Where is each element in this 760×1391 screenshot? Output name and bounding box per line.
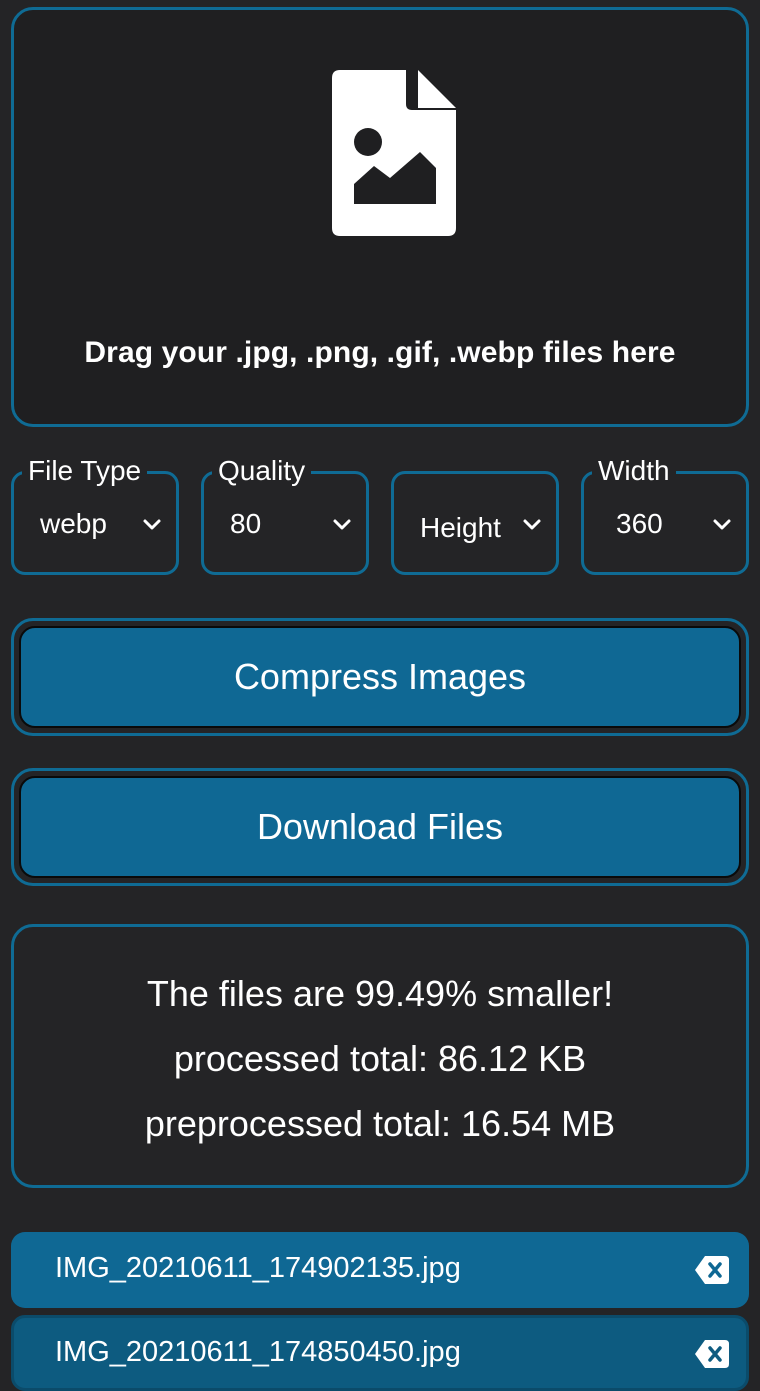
file-list-item[interactable]: IMG_20210611_174902135.jpg	[11, 1232, 749, 1308]
file-name: IMG_20210611_174902135.jpg	[55, 1252, 461, 1284]
compress-images-button[interactable]: Compress Images	[11, 618, 749, 736]
quality-select[interactable]: Quality 80	[201, 454, 369, 575]
width-label: Width	[592, 454, 676, 488]
quality-value: 80	[230, 508, 262, 539]
file-type-label: File Type	[22, 454, 148, 488]
image-file-icon	[332, 70, 456, 236]
chevron-down-icon	[523, 519, 541, 530]
processed-total: processed total: 86.12 KB	[173, 1038, 587, 1079]
compress-images-label: Compress Images	[19, 626, 741, 728]
width-select[interactable]: Width 360	[581, 454, 749, 575]
chevron-down-icon	[713, 519, 731, 530]
file-list-item[interactable]: IMG_20210611_174850450.jpg	[11, 1315, 749, 1391]
download-files-label: Download Files	[19, 776, 741, 878]
file-type-select[interactable]: File Type webp	[11, 454, 179, 575]
backspace-delete-icon[interactable]	[695, 1340, 729, 1368]
compression-stats: The files are 99.49% smaller! processed …	[11, 924, 749, 1188]
file-type-value: webp	[40, 508, 107, 539]
chevron-down-icon	[143, 519, 161, 530]
height-select[interactable]: Height	[391, 471, 559, 575]
chevron-down-icon	[333, 519, 351, 530]
width-value: 360	[616, 508, 663, 539]
file-name: IMG_20210611_174850450.jpg	[55, 1336, 461, 1368]
backspace-delete-icon[interactable]	[695, 1256, 729, 1284]
dropzone-text: Drag your .jpg, .png, .gif, .webp files …	[84, 336, 676, 369]
quality-label: Quality	[212, 454, 312, 488]
height-placeholder: Height	[420, 512, 501, 543]
preprocessed-total: preprocessed total: 16.54 MB	[144, 1103, 616, 1144]
file-dropzone[interactable]: Drag your .jpg, .png, .gif, .webp files …	[11, 7, 749, 427]
savings-text: The files are 99.49% smaller!	[146, 973, 614, 1014]
download-files-button[interactable]: Download Files	[11, 768, 749, 886]
